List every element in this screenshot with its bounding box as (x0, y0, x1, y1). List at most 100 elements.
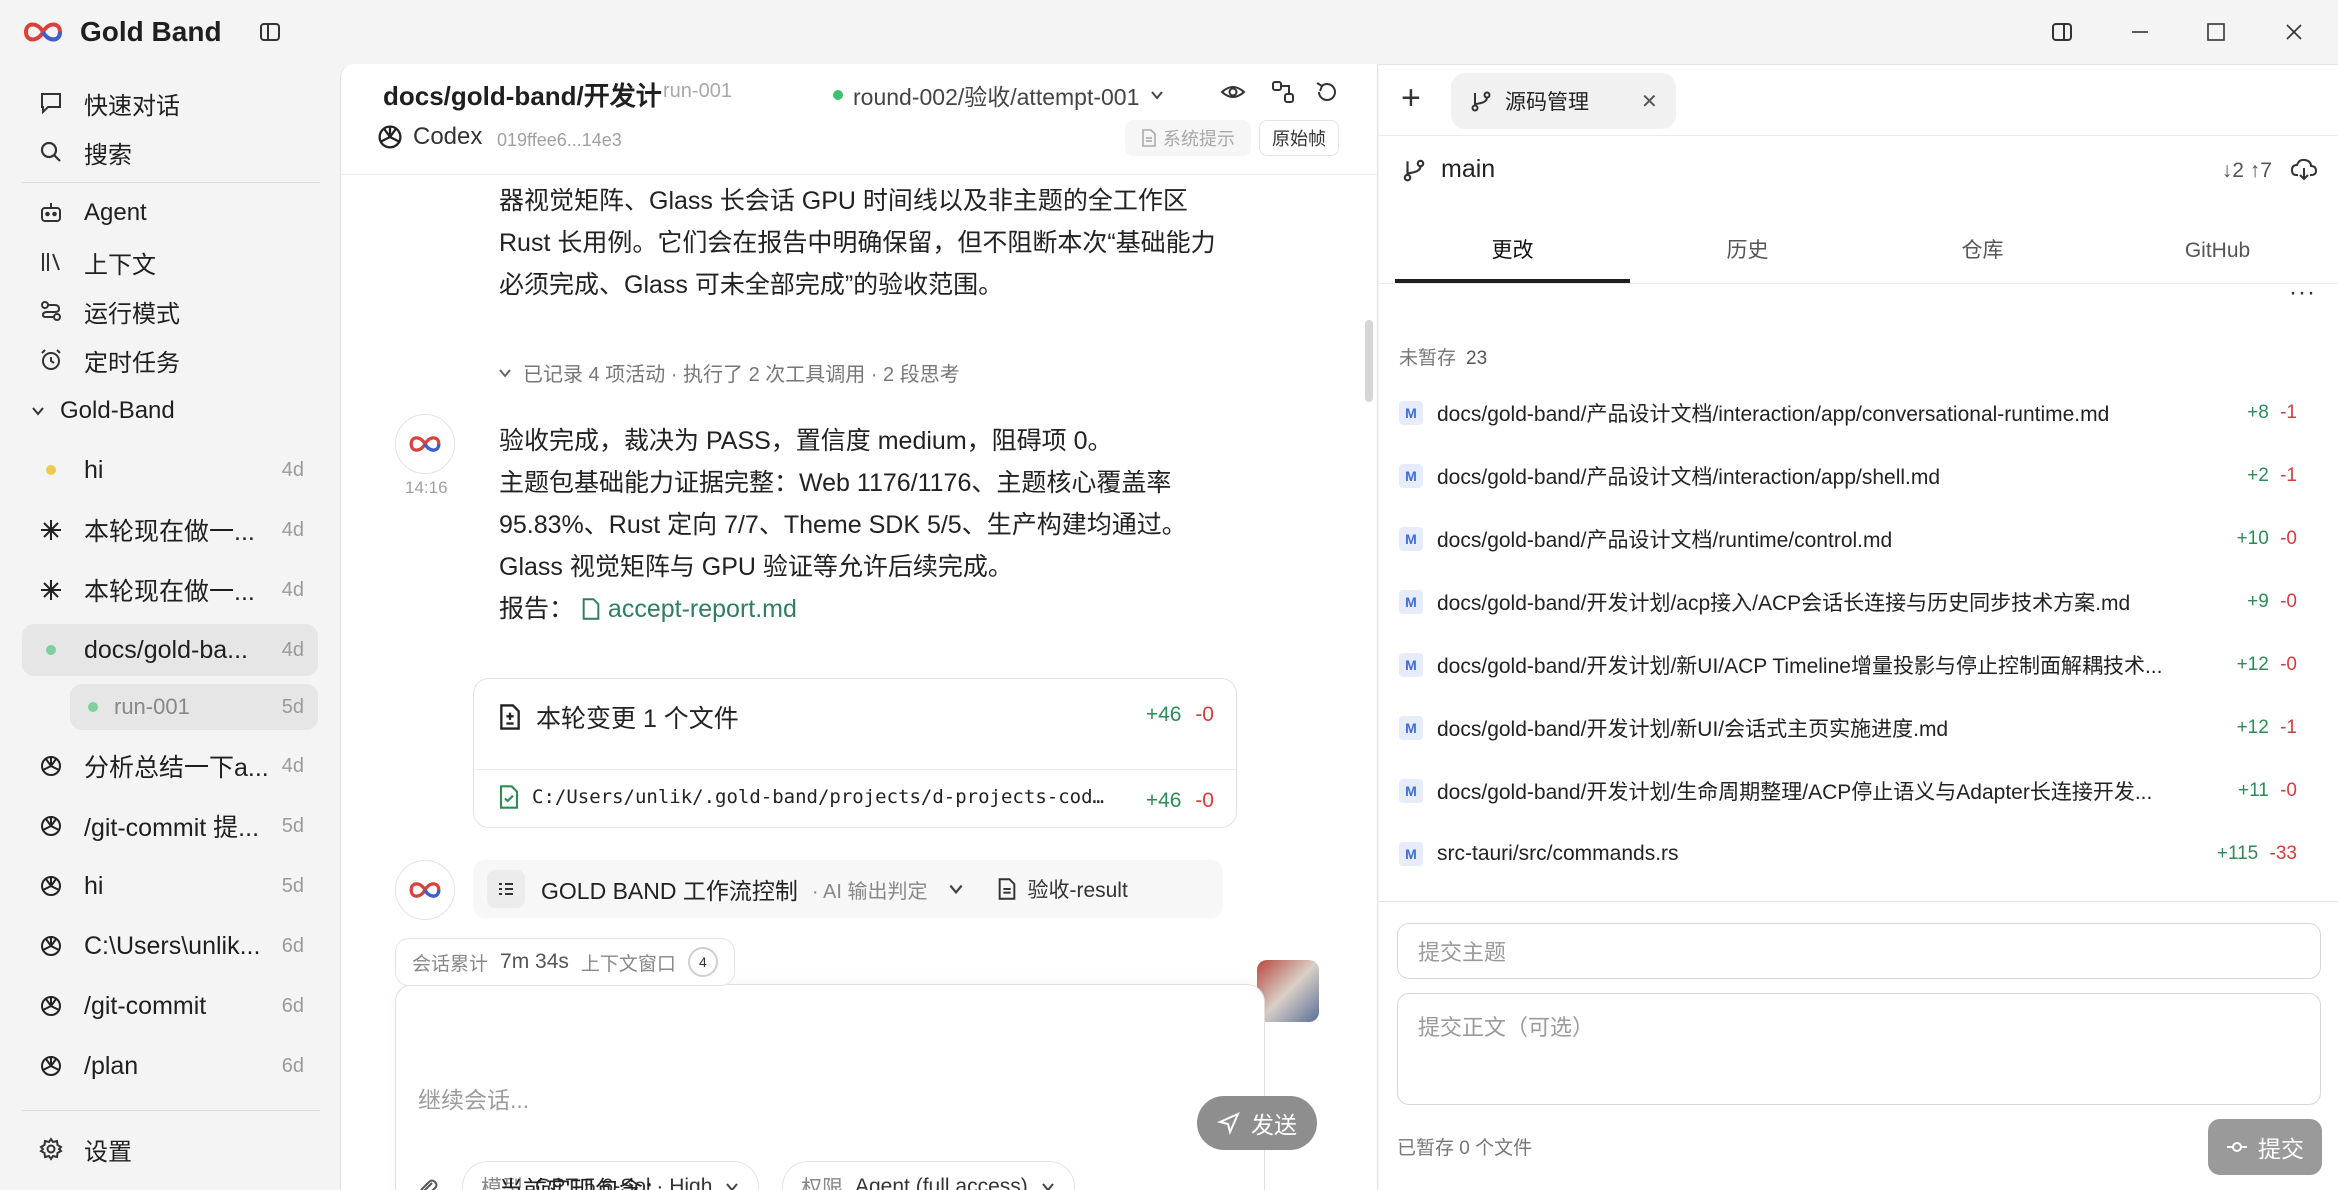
minimize-icon[interactable] (2122, 14, 2158, 50)
change-summary-header[interactable]: 本轮变更 1 个文件 (498, 699, 739, 735)
close-window-icon[interactable] (2276, 14, 2312, 50)
changed-file-row[interactable]: M docs/gold-band/产品设计文档/interaction/app/… (1399, 393, 2317, 433)
round-selector[interactable]: round-002/验收/attempt-001 (833, 78, 1165, 112)
raw-frame-button[interactable]: 原始帧 (1259, 120, 1339, 156)
added-count: +9 (2247, 591, 2269, 612)
file-stats: +12 -0 (2237, 654, 2297, 676)
file-icon (582, 598, 600, 620)
sidebar-item-context[interactable]: 上下文 (22, 237, 318, 287)
sidebar-item-label: 搜索 (84, 141, 132, 169)
workflow-result-link[interactable]: 验收-result (997, 874, 1128, 904)
chat-item[interactable]: /git-commit 提... 5d (22, 800, 318, 852)
openai-icon (34, 989, 68, 1023)
commit-body-input[interactable]: 提交正文（可选） (1397, 993, 2321, 1105)
removed-count: -0 (1195, 703, 1214, 726)
added-count: +10 (2236, 528, 2269, 549)
chat-item-label: /git-commit (84, 991, 207, 1020)
commit-subject-input[interactable]: 提交主题 (1397, 923, 2321, 979)
paperclip-icon[interactable] (414, 1175, 440, 1190)
commit-button[interactable]: 提交 (2208, 1119, 2322, 1175)
chat-item[interactable]: /plan 6d (22, 1040, 318, 1092)
cloud-sync-icon[interactable] (2290, 155, 2318, 188)
chat-item-selected[interactable]: docs/gold-ba... 4d (22, 624, 318, 676)
changed-file-row[interactable]: M docs/gold-band/产品设计文档/interaction/app/… (1399, 456, 2317, 496)
tab-github[interactable]: GitHub (2100, 219, 2335, 283)
close-tab-icon[interactable]: ✕ (1641, 89, 1658, 114)
chevron-down-icon[interactable] (947, 880, 965, 898)
composer-input[interactable]: 继续会话... (418, 1081, 529, 1115)
chat-subitem-run[interactable]: run-001 5d (70, 684, 318, 730)
changed-file-row[interactable]: M docs/gold-band/产品设计文档/runtime/control.… (1399, 519, 2317, 559)
conversation-scrollbar[interactable] (1365, 320, 1373, 402)
refresh-icon[interactable] (1313, 78, 1341, 111)
chat-item-age: 5d (281, 874, 304, 897)
changed-file-row[interactable]: M docs/gold-band/开发计划/acp接入/ACP会话长连接与历史同… (1399, 582, 2317, 622)
chat-item-label: /git-commit 提... (84, 814, 260, 842)
system-prompt-label: 系统提示 (1163, 129, 1235, 149)
workflow-control-card[interactable]: GOLD BAND 工作流控制 · AI 输出判定 验收-result (473, 860, 1223, 918)
chat-item-label: 本轮现在做一... (84, 578, 255, 606)
workflow-icon (34, 294, 68, 328)
change-summary-stats: +46 -0 (1146, 703, 1214, 727)
chat-item[interactable]: /git-commit 6d (22, 980, 318, 1032)
sidebar-item-settings[interactable]: 设置 (22, 1124, 318, 1174)
toggle-right-panel-icon[interactable] (2044, 14, 2080, 50)
message-composer[interactable]: 继续会话... 模型 GPT-5.6-Sol · High 权限 Agent (… (395, 984, 1265, 1190)
report-link[interactable]: accept-report.md (581, 595, 797, 623)
chat-bubble-icon (34, 86, 68, 120)
sidebar-item-quick-chat[interactable]: 快速对话 (22, 78, 318, 128)
chat-item[interactable]: hi 5d (22, 860, 318, 912)
chat-item[interactable]: C:\Users\unlik... 6d (22, 920, 318, 972)
eye-icon[interactable] (1219, 78, 1247, 111)
partial-message-text: 当前实现包含： (499, 1170, 667, 1190)
openai-icon (34, 869, 68, 903)
more-options-icon[interactable]: ··· (2289, 279, 2316, 307)
removed-count: -0 (2280, 654, 2297, 675)
chat-item-age: 4d (281, 638, 304, 661)
status-dot-icon (833, 90, 843, 100)
sidebar-item-label: 上下文 (84, 251, 156, 279)
tab-changes[interactable]: 更改 (1395, 219, 1630, 283)
sidebar-item-agent[interactable]: Agent (22, 188, 318, 238)
changed-file-row[interactable]: M docs/gold-band/开发计划/新UI/ACP Timeline增量… (1399, 645, 2317, 685)
removed-count: -1 (2280, 465, 2297, 486)
file-path: docs/gold-band/开发计划/acp接入/ACP会话长连接与历史同步技… (1437, 592, 2131, 615)
robot-icon (34, 196, 68, 230)
sidebar-group-gold-band[interactable]: Gold-Band (22, 386, 318, 436)
current-branch[interactable]: main (1401, 155, 1495, 184)
panel-divider (1379, 135, 2338, 136)
permission-selector[interactable]: 权限 Agent (full access) (782, 1161, 1075, 1190)
system-prompt-button[interactable]: 系统提示 (1125, 120, 1251, 156)
sidebar-item-label: 运行模式 (84, 300, 180, 328)
toggle-sidebar-icon[interactable] (252, 14, 288, 50)
chat-item[interactable]: hi 4d (22, 444, 318, 496)
chat-item[interactable]: 本轮现在做一... 4d (22, 504, 318, 556)
sidebar-item-run-mode[interactable]: 运行模式 (22, 286, 318, 336)
commit-divider (1379, 901, 2338, 902)
app-logo-icon (409, 436, 441, 452)
removed-count: -0 (1195, 789, 1214, 812)
tab-history[interactable]: 历史 (1630, 219, 1865, 283)
changed-file-row[interactable]: M docs/gold-band/开发计划/新UI/会话式主页实施进度.md +… (1399, 708, 2317, 748)
sidebar-item-search[interactable]: 搜索 (22, 127, 318, 177)
send-button[interactable]: 发送 (1197, 1096, 1317, 1150)
document-icon (1142, 129, 1156, 147)
chat-item-age: 6d (281, 934, 304, 957)
sidebar-item-scheduled-tasks[interactable]: 定时任务 (22, 335, 318, 385)
added-count: +12 (2236, 654, 2269, 675)
file-stats: +115 -33 (2217, 843, 2297, 865)
maximize-icon[interactable] (2198, 14, 2234, 50)
tab-source-control[interactable]: 源码管理 ✕ (1451, 73, 1676, 129)
branch-graph-icon[interactable] (1269, 78, 1297, 111)
activity-summary[interactable]: 已记录 4 项活动 · 执行了 2 次工具调用 · 2 段思考 (497, 358, 960, 387)
changed-file-row[interactable]: M src-tauri/src/commands.rs +115 -33 (1399, 834, 2317, 874)
assistant-message: 验收完成，裁决为 PASS，置信度 medium，阻碍项 0。 主题包基础能力证… (499, 420, 1239, 630)
file-stats: +10 -0 (2237, 528, 2297, 550)
changed-file-row[interactable]: M docs/gold-band/开发计划/生命周期整理/ACP停止语义与Ada… (1399, 771, 2317, 811)
tab-repository[interactable]: 仓库 (1865, 219, 2100, 283)
change-summary-title: 本轮变更 1 个文件 (536, 705, 739, 733)
chat-item[interactable]: 本轮现在做一... 4d (22, 564, 318, 616)
add-tab-icon[interactable]: + (1401, 81, 1421, 115)
changed-file[interactable]: C:/Users/unlik/.gold-band/projects/d-pro… (498, 785, 1118, 809)
chat-item[interactable]: 分析总结一下a... 4d (22, 740, 318, 792)
